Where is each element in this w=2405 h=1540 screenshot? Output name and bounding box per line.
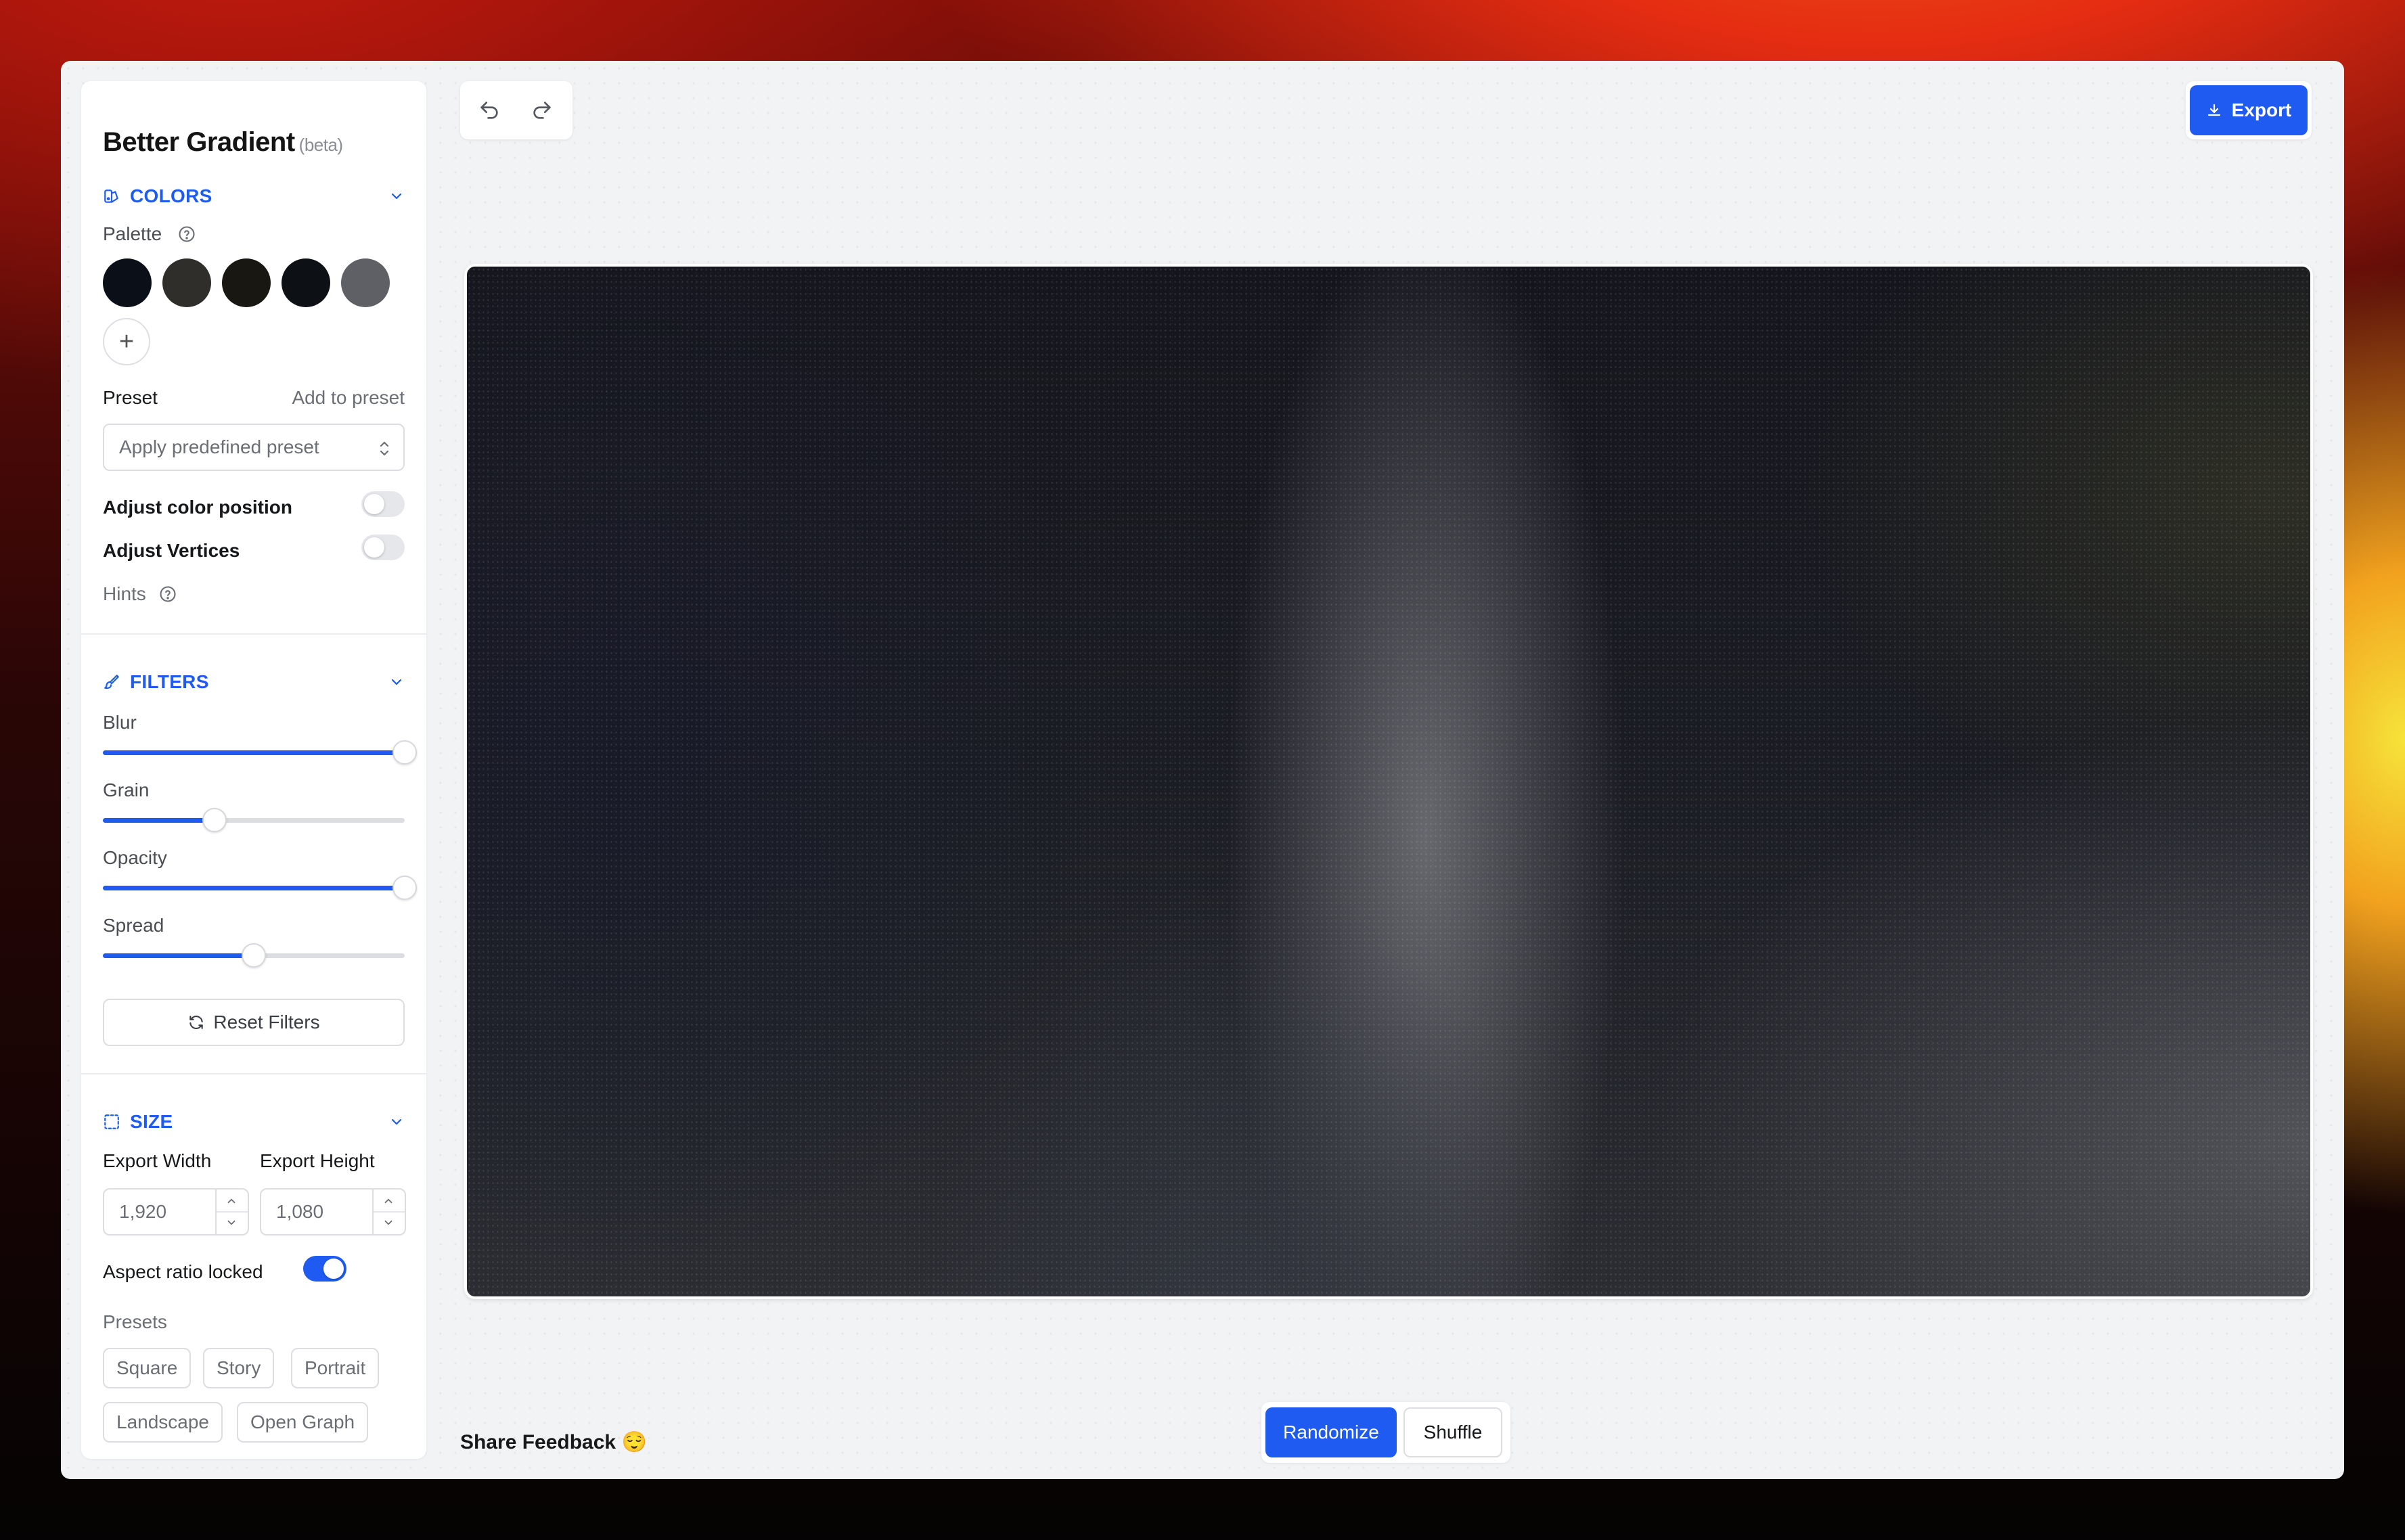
palette-icon: [104, 189, 118, 203]
export-height-input[interactable]: 1,080: [260, 1188, 406, 1236]
preset-story-button[interactable]: Story: [203, 1348, 275, 1388]
add-to-preset-link[interactable]: Add to preset: [292, 387, 405, 409]
width-stepper[interactable]: [215, 1190, 248, 1234]
adjust-color-position-label: Adjust color position: [103, 497, 292, 518]
filters-section-header[interactable]: FILTERS: [103, 667, 405, 697]
shuffle-button[interactable]: Shuffle: [1403, 1407, 1502, 1457]
size-section-header[interactable]: SIZE: [103, 1107, 405, 1137]
divider: [81, 633, 426, 635]
export-width-value: 1,920: [119, 1201, 167, 1222]
chevron-up-icon[interactable]: [225, 1195, 238, 1207]
blur-slider[interactable]: [103, 740, 417, 765]
export-width-label: Export Width: [103, 1150, 212, 1171]
toggle-knob: [364, 494, 384, 514]
palette-label: Palette: [103, 223, 162, 244]
slider-fill: [103, 953, 254, 958]
adjust-color-position-toggle[interactable]: [361, 491, 405, 517]
share-feedback-link[interactable]: Share Feedback 😌: [460, 1430, 647, 1454]
export-button[interactable]: Export: [2190, 85, 2308, 135]
spread-label: Spread: [103, 915, 164, 936]
redo-icon: [533, 101, 551, 119]
height-stepper[interactable]: [372, 1190, 405, 1234]
help-icon[interactable]: [177, 225, 196, 244]
presets-label: Presets: [103, 1311, 167, 1332]
color-swatch-4[interactable]: [282, 258, 330, 307]
slider-thumb[interactable]: [202, 808, 227, 832]
preset-portrait-button[interactable]: Portrait: [291, 1348, 380, 1388]
opacity-label: Opacity: [103, 847, 167, 868]
slider-fill: [103, 818, 215, 823]
filters-section-label: FILTERS: [130, 671, 209, 692]
brush-icon: [104, 675, 119, 689]
color-swatch-3[interactable]: [222, 258, 271, 307]
hints-label: Hints: [103, 583, 146, 604]
slider-thumb[interactable]: [242, 943, 266, 968]
export-container: Export: [2186, 81, 2312, 139]
randomize-button[interactable]: Randomize: [1265, 1407, 1397, 1457]
grain-slider[interactable]: [103, 808, 405, 832]
chevron-down-icon[interactable]: [382, 1217, 395, 1229]
export-height-label: Export Height: [260, 1150, 375, 1171]
select-arrows-icon: [380, 441, 389, 456]
download-icon: [2207, 104, 2220, 116]
adjust-vertices-toggle[interactable]: [361, 535, 405, 560]
color-swatch-2[interactable]: [162, 258, 211, 307]
opacity-slider[interactable]: [103, 876, 417, 900]
toggle-knob: [364, 537, 384, 558]
chevron-down-icon: [391, 1118, 402, 1125]
slider-thumb[interactable]: [392, 740, 417, 765]
undo-icon: [480, 101, 498, 119]
aspect-ratio-toggle[interactable]: [303, 1256, 346, 1282]
color-swatch-5[interactable]: [341, 258, 390, 307]
stepper-divider: [217, 1211, 248, 1213]
chevron-down-icon[interactable]: [225, 1217, 238, 1229]
sidebar: Better Gradient (beta) COLORS Palette + P…: [81, 81, 426, 1459]
preset-open-graph-button[interactable]: Open Graph: [237, 1402, 369, 1443]
refresh-icon: [189, 1016, 204, 1029]
divider: [81, 1073, 426, 1074]
colors-section-header[interactable]: COLORS: [103, 181, 405, 211]
gradient-canvas[interactable]: [467, 267, 2310, 1296]
chevron-up-icon[interactable]: [382, 1195, 395, 1207]
app-window: Better Gradient (beta) COLORS Palette + P…: [61, 61, 2344, 1479]
undo-button[interactable]: [475, 96, 503, 124]
preset-label: Preset: [103, 387, 158, 408]
slider-thumb[interactable]: [392, 876, 417, 900]
aspect-ratio-label: Aspect ratio locked: [103, 1261, 263, 1282]
slider-fill: [103, 750, 405, 755]
reset-filters-button[interactable]: Reset Filters: [103, 999, 405, 1046]
redo-button[interactable]: [528, 96, 556, 124]
adjust-vertices-label: Adjust Vertices: [103, 540, 240, 561]
gradient-canvas-frame: [464, 264, 2313, 1299]
stepper-divider: [374, 1211, 405, 1213]
chevron-down-icon: [391, 193, 402, 200]
app-title-text: Better Gradient: [103, 127, 295, 157]
grain-label: Grain: [103, 779, 150, 800]
reset-filters-label: Reset Filters: [213, 1012, 320, 1033]
action-bar: Randomize Shuffle: [1261, 1402, 1510, 1463]
export-label: Export: [2231, 99, 2292, 120]
preset-select-value: Apply predefined preset: [119, 436, 319, 457]
export-height-value: 1,080: [276, 1201, 324, 1222]
blur-label: Blur: [103, 712, 137, 733]
grain-overlay: [467, 267, 2310, 1296]
preset-select[interactable]: Apply predefined preset: [103, 424, 405, 471]
beta-badge: (beta): [298, 135, 343, 155]
fullscreen-icon: [104, 1114, 119, 1129]
size-section-label: SIZE: [130, 1111, 173, 1132]
toggle-knob: [323, 1259, 344, 1279]
preset-landscape-button[interactable]: Landscape: [103, 1402, 223, 1443]
app-title: Better Gradient (beta): [103, 127, 343, 158]
help-icon[interactable]: [158, 585, 177, 604]
slider-fill: [103, 886, 405, 890]
colors-section-label: COLORS: [130, 185, 212, 206]
export-width-input[interactable]: 1,920: [103, 1188, 249, 1236]
chevron-down-icon: [391, 679, 402, 685]
history-toolbar: [460, 81, 572, 139]
spread-slider[interactable]: [103, 943, 405, 968]
preset-square-button[interactable]: Square: [103, 1348, 192, 1388]
add-color-button[interactable]: +: [103, 318, 150, 365]
color-swatch-1[interactable]: [103, 258, 152, 307]
